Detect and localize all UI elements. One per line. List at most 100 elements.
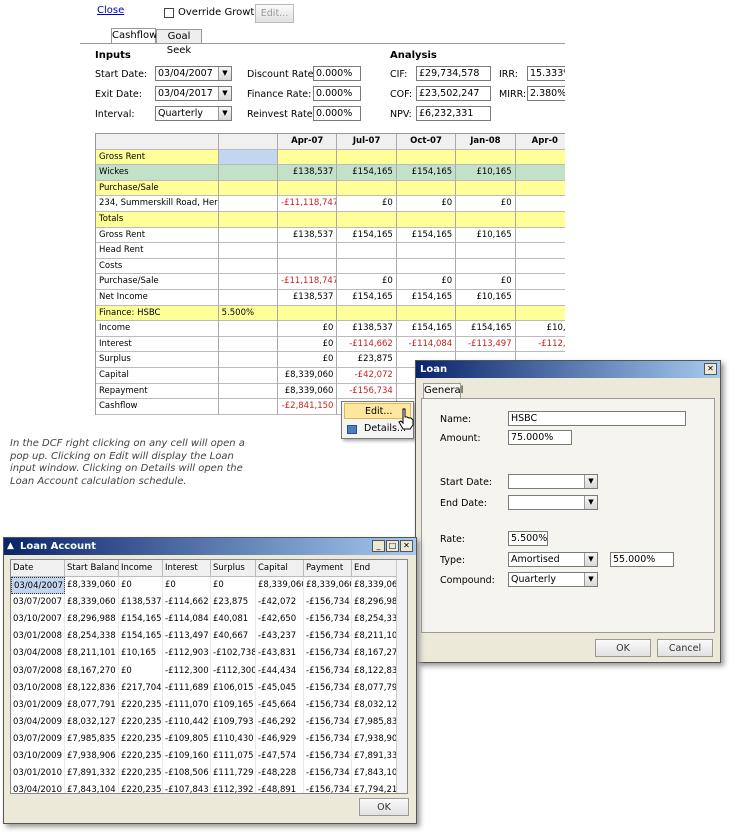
cof-field[interactable]: £23,502,247 — [416, 86, 491, 101]
chevron-down-icon[interactable]: ▼ — [584, 496, 597, 509]
grid-cell[interactable]: £154,165 — [396, 227, 457, 244]
grid-cell[interactable]: Surplus — [96, 352, 219, 368]
grid-cell[interactable]: 234, Summerskill Road, Hereford — [96, 196, 219, 212]
grid-cell[interactable]: £0 — [278, 336, 338, 353]
grid-header-cell[interactable]: Oct-07 — [396, 134, 457, 150]
exit-date-field[interactable]: 03/04/2017 ▼ — [155, 86, 232, 101]
chevron-down-icon[interactable]: ▼ — [218, 107, 231, 120]
grid-cell[interactable] — [218, 399, 279, 415]
grid-cell[interactable] — [278, 305, 338, 322]
grid-cell[interactable] — [218, 180, 279, 197]
grid-cell[interactable]: £138,537 — [278, 165, 338, 181]
grid-header-cell[interactable]: Jul-07 — [337, 134, 397, 150]
grid-cell[interactable]: Repayment — [96, 383, 219, 400]
edit-button[interactable]: Edit... — [255, 4, 294, 23]
grid-cell[interactable] — [218, 258, 279, 275]
grid-cell[interactable]: Finance: HSBC — [96, 305, 219, 322]
close-icon[interactable]: ✕ — [400, 540, 413, 552]
grid-cell[interactable]: £0 — [396, 196, 457, 212]
table-row[interactable]: 03/01/2008 £8,254,338 £154,165 -£113,497 £40… — [11, 628, 407, 646]
column-header[interactable]: Start Balance — [65, 560, 119, 578]
grid-cell[interactable] — [396, 149, 457, 166]
compound-select[interactable]: Quarterly ▼ — [508, 572, 598, 587]
grid-cell[interactable] — [278, 180, 338, 197]
grid-cell[interactable] — [218, 243, 279, 259]
type-percent-field[interactable]: 55.000% — [610, 552, 674, 567]
grid-cell[interactable]: Purchase/Sale — [96, 274, 219, 290]
grid-cell[interactable] — [218, 352, 279, 368]
grid-cell[interactable] — [218, 149, 279, 166]
grid-cell[interactable] — [396, 258, 457, 275]
table-row[interactable]: 03/04/2007 £8,339,060 £0 £0 £0 £8,339,060 £8,3… — [11, 577, 407, 595]
chevron-down-icon[interactable]: ▼ — [584, 553, 597, 566]
grid-cell[interactable] — [218, 383, 279, 400]
column-header[interactable]: Date — [11, 560, 65, 578]
grid-cell[interactable] — [456, 149, 516, 166]
column-header[interactable]: Surplus — [211, 560, 256, 578]
grid-cell[interactable]: Capital — [96, 367, 219, 384]
grid-cell[interactable]: £0 — [456, 274, 516, 290]
grid-header-cell[interactable] — [218, 134, 279, 150]
grid-cell[interactable] — [337, 180, 397, 197]
grid-cell[interactable]: Gross Rent — [96, 149, 219, 166]
grid-cell[interactable]: £154,165 — [396, 321, 457, 337]
grid-cell[interactable]: £10,165 — [456, 227, 516, 244]
grid-cell[interactable]: £8,339,060 — [278, 383, 338, 400]
chevron-down-icon[interactable]: ▼ — [584, 573, 597, 586]
table-row[interactable]: 03/04/2009 £8,032,127 £220,235 -£110,442 £10… — [11, 713, 407, 731]
grid-cell[interactable]: £0 — [456, 196, 516, 212]
grid-cell[interactable] — [278, 211, 338, 228]
grid-cell[interactable] — [456, 243, 516, 259]
column-header[interactable]: Interest — [163, 560, 211, 578]
minimize-icon[interactable]: _ — [372, 540, 385, 552]
loan-amount-field[interactable]: 75.000% — [508, 430, 572, 445]
table-row[interactable]: 03/10/2007 £8,296,988 £154,165 -£114,084 £40… — [11, 611, 407, 629]
grid-cell[interactable] — [278, 149, 338, 166]
vertical-scrollbar[interactable] — [396, 560, 407, 793]
table-row[interactable]: 03/10/2009 £7,938,906 £220,235 -£109,160 £11… — [11, 748, 407, 766]
grid-cell[interactable]: -£113,497 — [456, 336, 516, 353]
table-row[interactable]: 03/01/2009 £8,077,791 £220,235 -£111,070 £10… — [11, 696, 407, 714]
loan-start-date-select[interactable]: ▼ — [508, 474, 598, 489]
grid-cell[interactable]: £10,165 — [456, 165, 516, 181]
grid-cell[interactable] — [218, 321, 279, 337]
table-row[interactable]: 03/07/2009 £7,985,835 £220,235 -£109,805 £11… — [11, 730, 407, 749]
grid-cell[interactable] — [456, 258, 516, 275]
grid-header-cell[interactable]: Apr-07 — [278, 134, 338, 150]
column-header[interactable]: Capital — [256, 560, 304, 578]
grid-cell[interactable]: £0 — [278, 321, 338, 337]
loan-end-date-select[interactable]: ▼ — [508, 495, 598, 510]
override-growth-checkbox[interactable] — [164, 8, 174, 18]
tab-cashflow[interactable]: Cashflow — [111, 28, 157, 44]
grid-cell[interactable]: Income — [96, 321, 219, 337]
grid-cell[interactable] — [396, 211, 457, 228]
grid-cell[interactable] — [337, 305, 397, 322]
grid-cell[interactable] — [218, 165, 279, 181]
discount-rate-field[interactable]: 0.000% — [313, 66, 361, 81]
grid-cell[interactable]: Head Rent — [96, 243, 219, 259]
column-header[interactable]: Income — [119, 560, 163, 578]
grid-cell[interactable] — [218, 196, 279, 212]
cif-field[interactable]: £29,734,578 — [416, 66, 491, 81]
grid-cell[interactable]: -£11,118,747 — [278, 196, 338, 212]
grid-cell[interactable] — [278, 243, 338, 259]
npv-field[interactable]: £6,232,331 — [416, 106, 491, 121]
table-row[interactable]: 03/04/2010 £7,843,104 £220,235 -£107,843 £11… — [11, 782, 407, 793]
grid-header-cell[interactable] — [96, 134, 219, 150]
grid-cell[interactable]: £154,165 — [396, 165, 457, 181]
interval-select[interactable]: Quarterly ▼ — [155, 106, 232, 121]
grid-cell[interactable]: -£42,072 — [337, 367, 397, 384]
cancel-button[interactable]: Cancel — [657, 639, 713, 657]
grid-cell[interactable]: £154,165 — [396, 289, 457, 306]
grid-cell[interactable]: £138,537 — [278, 289, 338, 306]
grid-cell[interactable]: Costs — [96, 258, 219, 275]
table-row[interactable]: 03/01/2010 £7,891,332 £220,235 -£108,506 £11… — [11, 765, 407, 783]
column-header[interactable]: End — [352, 560, 400, 578]
grid-cell[interactable]: Cashflow — [96, 399, 219, 415]
grid-cell[interactable] — [456, 180, 516, 197]
grid-cell[interactable]: £10,165 — [456, 289, 516, 306]
grid-cell[interactable]: Gross Rent — [96, 227, 219, 244]
grid-cell[interactable]: -£11,118,747 — [278, 274, 338, 290]
grid-cell[interactable] — [218, 289, 279, 306]
maximize-icon[interactable]: □ — [386, 540, 399, 552]
